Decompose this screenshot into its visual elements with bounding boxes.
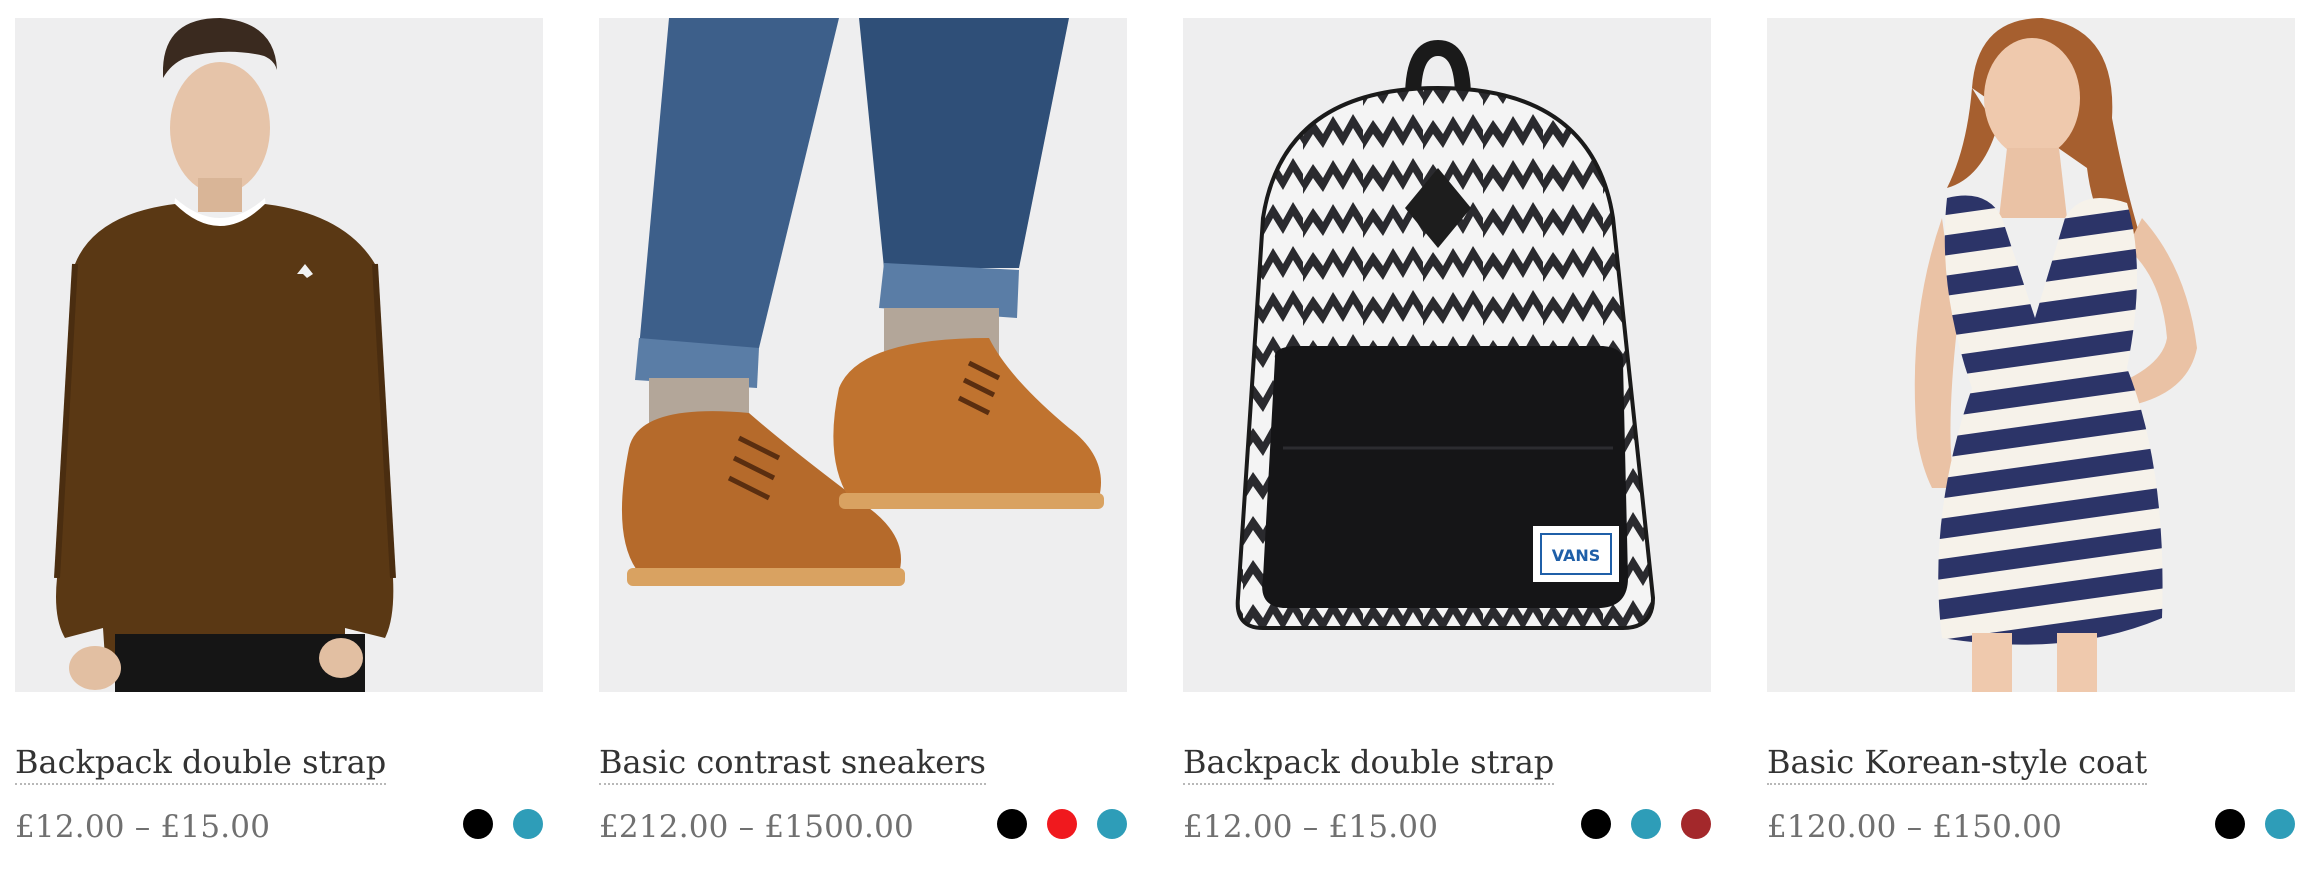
coat-photo	[1767, 18, 2295, 692]
product-card: Backpack double strap £12.00 – £15.00	[15, 18, 543, 847]
sneakers-photo	[599, 18, 1127, 692]
product-title-link[interactable]: Basic contrast sneakers	[599, 742, 986, 785]
swatch-maroon[interactable]	[1681, 809, 1711, 839]
product-price: £12.00 – £15.00	[1183, 809, 1439, 845]
product-price: £120.00 – £150.00	[1767, 809, 2062, 845]
sweater-photo	[15, 18, 543, 692]
color-swatches	[2215, 809, 2295, 839]
swatch-black[interactable]	[997, 809, 1027, 839]
product-image-sneakers[interactable]	[599, 18, 1127, 692]
backpack-photo: VANS	[1183, 18, 1711, 692]
swatch-black[interactable]	[1581, 809, 1611, 839]
swatch-red[interactable]	[1047, 809, 1077, 839]
product-price: £212.00 – £1500.00	[599, 809, 914, 845]
product-image-sweater[interactable]	[15, 18, 543, 692]
product-meta: £12.00 – £15.00	[15, 807, 543, 847]
color-swatches	[1581, 809, 1711, 839]
product-card: Basic Korean-style coat £120.00 – £150.0…	[1767, 18, 2295, 847]
product-card: VANS Backpack double strap £12.00 – £15.…	[1183, 18, 1711, 847]
swatch-teal[interactable]	[1097, 809, 1127, 839]
swatch-teal[interactable]	[1631, 809, 1661, 839]
product-title-link[interactable]: Basic Korean-style coat	[1767, 742, 2148, 785]
product-image-coat[interactable]	[1767, 18, 2295, 692]
product-meta: £12.00 – £15.00	[1183, 807, 1711, 847]
swatch-black[interactable]	[463, 809, 493, 839]
vans-logo-text: VANS	[1552, 546, 1601, 565]
product-meta: £212.00 – £1500.00	[599, 807, 1127, 847]
color-swatches	[997, 809, 1127, 839]
product-card: Basic contrast sneakers £212.00 – £1500.…	[599, 18, 1127, 847]
product-price: £12.00 – £15.00	[15, 809, 271, 845]
product-meta: £120.00 – £150.00	[1767, 807, 2295, 847]
product-grid: Backpack double strap £12.00 – £15.00 Ba…	[15, 18, 2295, 847]
swatch-teal[interactable]	[513, 809, 543, 839]
swatch-black[interactable]	[2215, 809, 2245, 839]
swatch-teal[interactable]	[2265, 809, 2295, 839]
color-swatches	[463, 809, 543, 839]
product-title-link[interactable]: Backpack double strap	[15, 742, 387, 785]
product-image-backpack[interactable]: VANS	[1183, 18, 1711, 692]
product-title-link[interactable]: Backpack double strap	[1183, 742, 1555, 785]
